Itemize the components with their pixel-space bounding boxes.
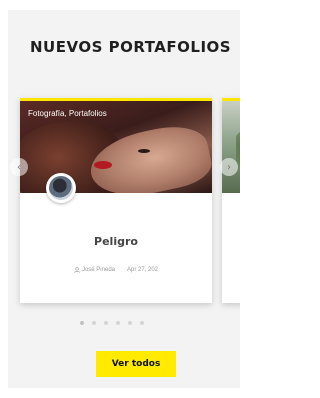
- view-all-button[interactable]: Ver todos: [96, 351, 176, 377]
- carousel-pagination: [80, 321, 144, 325]
- avatar[interactable]: [46, 173, 76, 203]
- pagination-dot[interactable]: [104, 321, 108, 325]
- portfolio-cover-image-next[interactable]: [222, 101, 240, 193]
- pagination-dot[interactable]: [116, 321, 120, 325]
- portfolio-card-next[interactable]: E: [222, 98, 240, 303]
- author: José Pineda: [74, 267, 115, 273]
- author-name: José Pineda: [81, 267, 115, 273]
- portfolio-section: NUEVOS PORTAFOLIOS Fotografía, Portafoli…: [8, 10, 240, 388]
- user-icon: [74, 267, 80, 273]
- next-arrow-icon[interactable]: ›: [220, 158, 238, 176]
- pagination-dot[interactable]: [92, 321, 96, 325]
- pagination-dot[interactable]: [80, 321, 84, 325]
- prev-arrow-icon[interactable]: ‹: [10, 158, 28, 176]
- pagination-dot[interactable]: [140, 321, 144, 325]
- section-title: NUEVOS PORTAFOLIOS: [30, 38, 232, 56]
- pagination-dot[interactable]: [128, 321, 132, 325]
- portfolio-tags: Fotografía, Portafolios: [28, 109, 107, 118]
- publish-date: Apr 27, 202: [127, 267, 159, 273]
- portfolio-meta: José Pineda Apr 27, 202: [20, 267, 212, 273]
- portfolio-title[interactable]: Peligro: [20, 235, 212, 248]
- portfolio-card[interactable]: Fotografía, Portafolios Peligro José Pin…: [20, 98, 212, 303]
